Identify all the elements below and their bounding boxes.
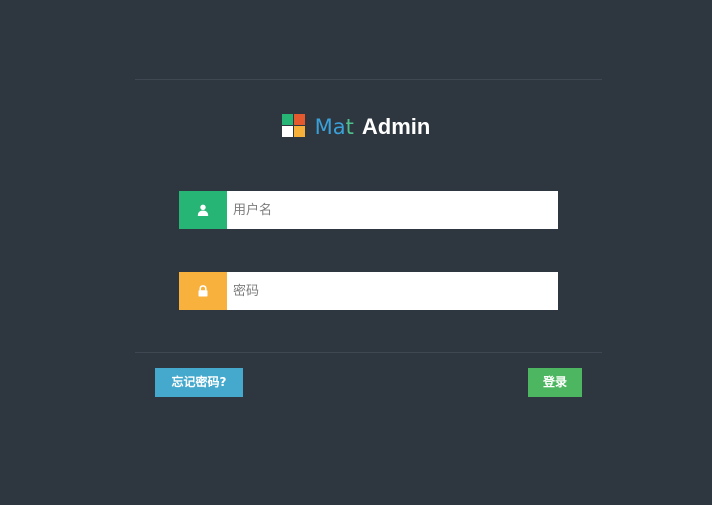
top-divider	[135, 79, 602, 80]
username-input[interactable]	[227, 191, 558, 229]
logo-icon	[281, 113, 305, 137]
user-icon	[179, 191, 227, 229]
bottom-divider	[135, 352, 602, 353]
brand-prefix: Ma	[314, 115, 346, 139]
forgot-password-button[interactable]: 忘记密码?	[155, 368, 243, 397]
brand-prefix-t: t	[345, 115, 354, 139]
lock-icon	[179, 272, 227, 310]
login-button[interactable]: 登录	[528, 368, 582, 397]
brand-name: Admin	[361, 114, 431, 139]
username-field	[179, 191, 558, 229]
password-field	[179, 272, 558, 310]
brand-header: Mat Admin	[0, 113, 712, 140]
password-input[interactable]	[227, 272, 558, 310]
brand-title: Mat Admin	[315, 114, 431, 140]
